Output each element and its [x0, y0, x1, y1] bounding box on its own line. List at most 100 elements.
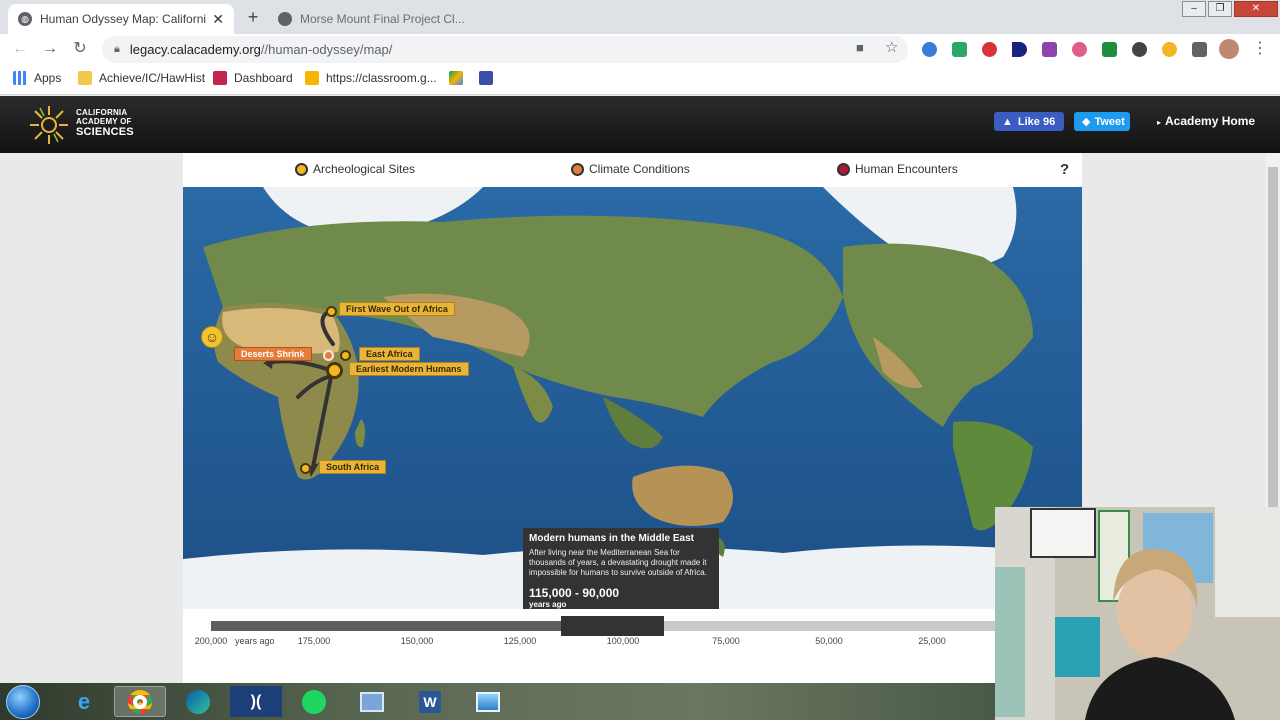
timeline-track[interactable]	[211, 616, 1082, 636]
bookmark-forms[interactable]	[479, 71, 500, 85]
word-taskbar-icon[interactable]: W	[404, 686, 456, 717]
profile-avatar[interactable]	[1219, 39, 1239, 59]
timeline-past-segment	[211, 621, 562, 631]
tweet-button[interactable]: ◆ Tweet	[1074, 112, 1130, 131]
forward-icon[interactable]: →	[40, 39, 60, 59]
menu-kebab-icon[interactable]: ⋮	[1250, 39, 1270, 59]
bookmark-label: https://classroom.g...	[326, 71, 437, 85]
extension-heart-icon[interactable]	[1072, 42, 1087, 57]
map-legend: Archeological Sites Climate Conditions H…	[183, 153, 1082, 187]
browser-toolbar: ← → ↻ 🔒︎ legacy.calacademy.org//human-od…	[0, 34, 1280, 64]
tab-close-icon[interactable]: ✕	[212, 11, 224, 28]
minimize-window-button[interactable]: –	[1182, 1, 1206, 17]
jamf-taskbar-icon[interactable]: )(	[230, 686, 282, 717]
bookmark-apps[interactable]: Apps	[13, 71, 61, 85]
chrome-taskbar-icon[interactable]	[114, 686, 166, 717]
label-first-wave-out-of-africa[interactable]: First Wave Out of Africa	[339, 302, 455, 316]
bookmarks-bar: Apps Achieve/IC/HawHist Dashboard https:…	[0, 64, 1280, 95]
bookmark-label: Achieve/IC/HawHist	[99, 71, 206, 85]
help-button[interactable]: ?	[1060, 161, 1069, 178]
webcam-image	[995, 507, 1280, 720]
timeline-tick: 50,000	[815, 636, 843, 646]
academy-home-link[interactable]: ▸ Academy Home	[1157, 114, 1255, 128]
internet-explorer-icon[interactable]: e	[58, 686, 110, 717]
bookmark-dashboard[interactable]: Dashboard	[213, 71, 293, 85]
extension-red-icon[interactable]	[982, 42, 997, 57]
smiley-cursor-icon: ☺	[201, 326, 223, 348]
marker-south-africa[interactable]	[300, 463, 311, 474]
facebook-like-button[interactable]: ▲ Like 96	[994, 112, 1064, 131]
tweet-label: Tweet	[1094, 115, 1125, 128]
extensions-puzzle-icon[interactable]	[1192, 42, 1207, 57]
new-tab-button[interactable]: +	[242, 6, 264, 28]
tab-title: Morse Mount Final Project Cl...	[300, 12, 465, 26]
bookmark-drive[interactable]	[449, 71, 470, 85]
tooltip-unit: years ago	[529, 600, 567, 609]
bookmark-achieve[interactable]: Achieve/IC/HawHist	[78, 71, 205, 85]
extension-thumbs-up-icon[interactable]	[1162, 42, 1177, 57]
tab-second[interactable]: Morse Mount Final Project Cl...	[268, 4, 498, 34]
reload-icon[interactable]: ↻	[70, 39, 90, 59]
url-host: legacy.calacademy.org	[129, 42, 261, 57]
classroom-icon	[305, 71, 319, 85]
extension-s-icon[interactable]	[1132, 42, 1147, 57]
label-east-africa[interactable]: East Africa	[359, 347, 420, 361]
label-south-africa[interactable]: South Africa	[319, 460, 387, 474]
tab-human-odyssey[interactable]: ◍ Human Odyssey Map: California ✕	[8, 4, 234, 34]
timeline-tick: 150,000	[400, 636, 434, 646]
apps-grid-icon	[13, 71, 27, 85]
twitter-bird-icon: ◆	[1082, 116, 1091, 128]
marker-east-africa[interactable]	[340, 350, 351, 361]
windows-start-button[interactable]	[6, 685, 40, 719]
extension-green-icon[interactable]	[952, 42, 967, 57]
timeline: 200,000 years ago 175,000 150,000 125,00…	[183, 609, 1082, 683]
url-path: //human-odyssey/map/	[260, 42, 393, 57]
academy-logo-icon[interactable]	[28, 104, 70, 146]
legend-label: Human Encounters	[855, 162, 958, 176]
calendar-icon	[479, 71, 493, 85]
academy-logo-text[interactable]: CALIFORNIA ACADEMY OF SCIENCES	[76, 108, 134, 138]
close-window-button[interactable]: ✕	[1234, 1, 1278, 17]
tab-favicon-icon	[278, 12, 292, 26]
bookmark-classroom[interactable]: https://classroom.g...	[305, 71, 437, 85]
extension-cursor-icon[interactable]	[1012, 42, 1027, 57]
address-bar[interactable]: 🔒︎ legacy.calacademy.org//human-odyssey/…	[102, 36, 908, 63]
human-odyssey-map-app: Archeological Sites Climate Conditions H…	[183, 153, 1082, 683]
timeline-tick: 75,000	[712, 636, 740, 646]
restore-window-button[interactable]: ❐	[1208, 1, 1232, 17]
marker-deserts-shrink[interactable]	[323, 350, 334, 361]
camera-icon[interactable]: ■	[856, 40, 864, 55]
arrow-right-icon: ▸	[1157, 118, 1162, 127]
windows-taskbar: e )( W	[0, 683, 995, 720]
legend-label: Archeological Sites	[313, 162, 416, 176]
control-panel-taskbar-icon[interactable]	[346, 686, 398, 717]
label-earliest-modern-humans[interactable]: Earliest Modern Humans	[349, 362, 469, 376]
timeline-window-handle[interactable]	[561, 616, 665, 636]
logo-line-3: SCIENCES	[76, 126, 134, 138]
tooltip-body: After living near the Mediterranean Sea …	[529, 548, 707, 577]
photos-taskbar-icon[interactable]	[462, 686, 514, 717]
climate-dot-icon	[571, 162, 584, 176]
extension-puzzle-purple-icon[interactable]	[1042, 42, 1057, 57]
drive-icon	[449, 71, 463, 85]
academy-home-label: Academy Home	[1165, 114, 1256, 128]
label-deserts-shrink[interactable]: Deserts Shrink	[234, 347, 312, 361]
edge-taskbar-icon[interactable]	[172, 686, 224, 717]
extension-compass-icon[interactable]	[922, 42, 937, 57]
back-icon[interactable]: ←	[10, 39, 30, 59]
bookmark-star-icon[interactable]: ☆	[885, 38, 898, 56]
event-tooltip: Modern humans in the Middle East After l…	[523, 528, 719, 609]
tab-title: Human Odyssey Map: California	[40, 12, 207, 26]
marker-earliest-modern-humans[interactable]	[326, 362, 343, 379]
legend-archeological-sites[interactable]: Archeological Sites	[295, 162, 415, 176]
world-map[interactable]: First Wave Out of Africa East Africa Ear…	[183, 187, 1082, 609]
marker-first-wave-out-of-africa[interactable]	[326, 306, 337, 317]
browser-tab-bar: ◍ Human Odyssey Map: California ✕ + Mors…	[0, 0, 1280, 34]
lock-icon: 🔒︎	[114, 43, 120, 55]
extension-sheets-icon[interactable]	[1102, 42, 1117, 57]
timeline-tick: 25,000	[918, 636, 946, 646]
legend-human-encounters[interactable]: Human Encounters	[837, 162, 958, 176]
tooltip-range: 115,000 - 90,000	[529, 586, 620, 600]
spotify-taskbar-icon[interactable]	[288, 686, 340, 717]
legend-climate-conditions[interactable]: Climate Conditions	[571, 162, 690, 176]
